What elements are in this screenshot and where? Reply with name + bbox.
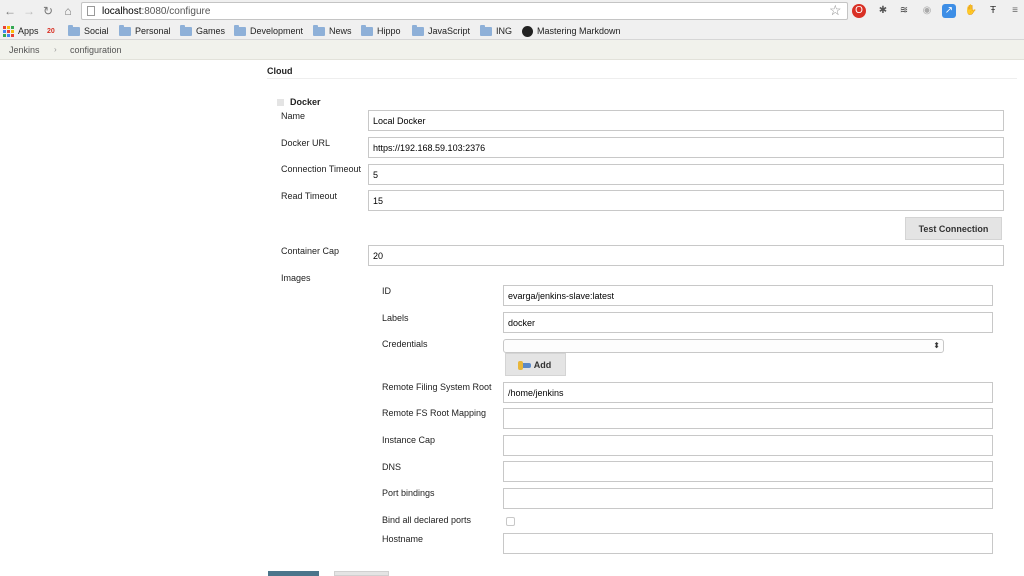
- folder-icon: [361, 24, 373, 36]
- folder-icon: [119, 24, 131, 36]
- bookmark-label: Social: [84, 26, 109, 36]
- reload-icon[interactable]: ↻: [41, 4, 55, 18]
- bookmark-games[interactable]: Games: [180, 24, 226, 37]
- section-title-cloud: Cloud: [267, 66, 293, 76]
- drag-handle[interactable]: [277, 99, 284, 106]
- folder-icon: [234, 24, 246, 36]
- menu-icon[interactable]: ≡: [1008, 4, 1022, 18]
- page-icon: [87, 6, 95, 16]
- container-cap-label: Container Cap: [281, 246, 340, 256]
- image-id-input[interactable]: [503, 285, 993, 306]
- read-timeout-label: Read Timeout: [281, 191, 338, 201]
- dns-input[interactable]: [503, 461, 993, 482]
- instance-cap-label: Instance Cap: [382, 435, 436, 445]
- bookmark-star-icon[interactable]: ☆: [829, 2, 842, 19]
- select-arrows-icon: ⬍: [933, 341, 940, 350]
- section-divider: [267, 78, 1017, 79]
- url-host: localhost: [102, 6, 142, 17]
- docker-url-input[interactable]: [368, 137, 1004, 158]
- browser-toolbar: ← → ↻ ⌂ localhost:8080/configure ☆ O ✱ ≋…: [0, 0, 1024, 22]
- bookmark-mastering-markdown[interactable]: Mastering Markdown: [522, 25, 621, 37]
- chart-icon[interactable]: ↗: [942, 4, 956, 18]
- name-input[interactable]: [368, 110, 1004, 131]
- images-label: Images: [281, 273, 311, 283]
- credentials-select[interactable]: ⬍: [503, 339, 944, 353]
- home-icon[interactable]: ⌂: [61, 4, 75, 18]
- bookmark-label: JavaScript: [428, 26, 471, 36]
- image-id-label: ID: [382, 286, 391, 296]
- back-icon[interactable]: ←: [3, 4, 17, 18]
- layers-icon[interactable]: ≋: [897, 4, 911, 18]
- hostname-label: Hostname: [382, 534, 424, 544]
- credentials-label: Credentials: [382, 339, 428, 349]
- breadcrumb: Jenkins › configuration: [0, 40, 1024, 60]
- bookmark-label: ING: [496, 26, 513, 36]
- image-labels-label: Labels: [382, 313, 409, 323]
- bookmark-apps-label: Apps: [18, 26, 39, 36]
- bookmark-label: Development: [250, 26, 304, 36]
- filter-icon[interactable]: Ŧ: [986, 4, 1000, 18]
- remote-fs-root-input[interactable]: [503, 382, 993, 403]
- instance-cap-input[interactable]: [503, 435, 993, 456]
- opera-icon[interactable]: O: [852, 4, 866, 18]
- bind-all-ports-checkbox[interactable]: [506, 517, 515, 526]
- location-pin-icon[interactable]: ◉: [920, 4, 934, 18]
- bookmark-development[interactable]: Development: [234, 24, 304, 37]
- key-icon: [517, 361, 531, 371]
- folder-icon: [68, 24, 80, 36]
- extension-puzzle-icon[interactable]: ✱: [876, 4, 890, 18]
- bookmark-javascript[interactable]: JavaScript: [412, 24, 471, 37]
- bookmark-personal[interactable]: Personal: [119, 24, 171, 37]
- folder-icon: [180, 24, 192, 36]
- dns-label: DNS: [382, 462, 402, 472]
- remote-fs-root-label: Remote Filing System Root: [382, 382, 492, 392]
- cloud-name: Docker: [290, 97, 321, 107]
- bookmark-label: Games: [196, 26, 226, 36]
- breadcrumb-separator: ›: [54, 45, 57, 54]
- bookmark-label: Personal: [135, 26, 171, 36]
- apply-button[interactable]: [334, 571, 389, 576]
- url-text[interactable]: localhost:8080/configure: [102, 6, 210, 17]
- port-bindings-input[interactable]: [503, 488, 993, 509]
- test-connection-button[interactable]: Test Connection: [905, 217, 1002, 240]
- bookmark-apps[interactable]: Apps: [3, 25, 39, 37]
- breadcrumb-configuration[interactable]: configuration: [70, 45, 122, 55]
- hostname-input[interactable]: [503, 533, 993, 554]
- remote-fs-mapping-input[interactable]: [503, 408, 993, 429]
- url-path: :8080/configure: [141, 6, 211, 17]
- folder-icon: [480, 24, 492, 36]
- bookmarks-bar: Apps 20 Social Personal Games Developmen…: [0, 22, 1024, 40]
- bookmark-label: Mastering Markdown: [537, 26, 621, 36]
- bookmark-label: Hippo: [377, 26, 401, 36]
- container-cap-input[interactable]: [368, 245, 1004, 266]
- save-button[interactable]: [268, 571, 319, 576]
- port-bindings-label: Port bindings: [382, 488, 435, 498]
- forward-icon[interactable]: →: [22, 4, 36, 18]
- add-button-label: Add: [533, 360, 552, 370]
- add-credentials-button[interactable]: Add: [505, 353, 566, 376]
- connection-timeout-label: Connection Timeout: [281, 164, 362, 174]
- breadcrumb-jenkins[interactable]: Jenkins: [9, 45, 40, 55]
- bookmark-label: News: [329, 26, 352, 36]
- bind-all-ports-label: Bind all declared ports: [382, 515, 472, 525]
- apps-grid-icon: [3, 25, 14, 37]
- docker-url-label: Docker URL: [281, 138, 331, 148]
- gmail-icon[interactable]: 20: [47, 25, 55, 37]
- bookmark-news[interactable]: News: [313, 24, 352, 37]
- bookmark-social[interactable]: Social: [68, 24, 109, 37]
- image-labels-input[interactable]: [503, 312, 993, 333]
- folder-icon: [313, 24, 325, 36]
- remote-fs-mapping-label: Remote FS Root Mapping: [382, 408, 487, 418]
- read-timeout-input[interactable]: [368, 190, 1004, 211]
- name-label: Name: [281, 111, 306, 121]
- gmail-badge: 20: [47, 27, 55, 35]
- connection-timeout-input[interactable]: [368, 164, 1004, 185]
- bookmark-hippo[interactable]: Hippo: [361, 24, 401, 37]
- github-icon: [522, 25, 533, 37]
- bookmark-ing[interactable]: ING: [480, 24, 513, 37]
- folder-icon: [412, 24, 424, 36]
- address-bar[interactable]: localhost:8080/configure: [81, 2, 848, 20]
- hand-icon[interactable]: ✋: [964, 4, 978, 18]
